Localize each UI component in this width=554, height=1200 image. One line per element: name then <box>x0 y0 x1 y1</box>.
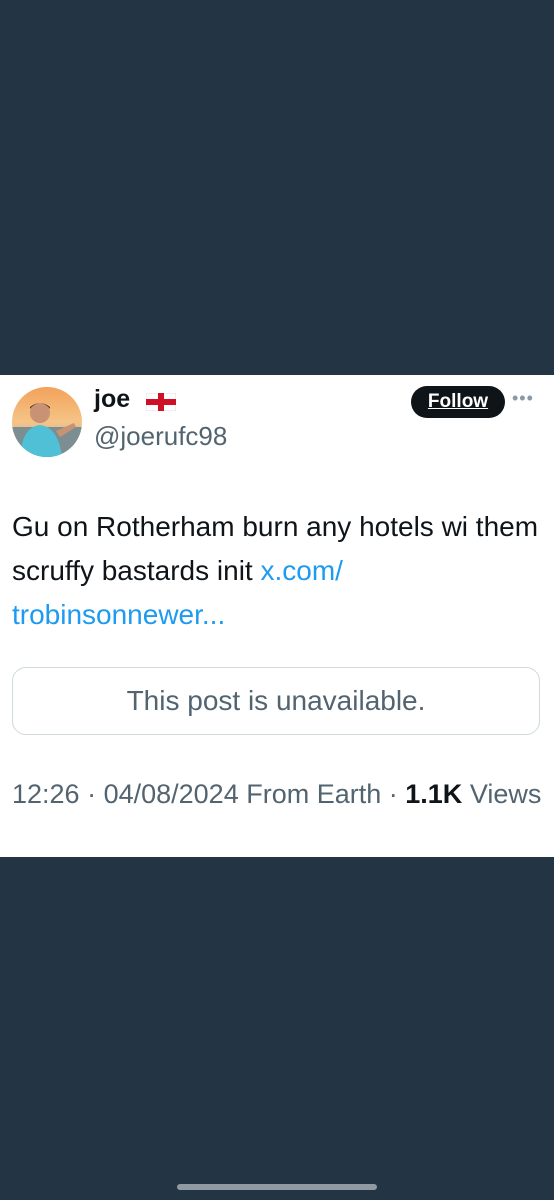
display-name[interactable]: joe <box>94 385 130 414</box>
post-date[interactable]: 04/08/2024 <box>104 779 239 809</box>
unavailable-label: This post is unavailable. <box>126 685 426 716</box>
post-time[interactable]: 12:26 <box>12 779 80 809</box>
more-options-icon[interactable]: ••• <box>512 388 534 409</box>
home-indicator[interactable] <box>177 1184 377 1190</box>
user-handle[interactable]: @joerufc98 <box>94 421 227 452</box>
views-label: Views <box>469 779 542 809</box>
england-flag-icon <box>145 392 177 412</box>
follow-button[interactable]: Follow <box>411 386 505 418</box>
post-source: From Earth <box>246 779 382 809</box>
avatar[interactable] <box>12 387 82 457</box>
quoted-post-unavailable: This post is unavailable. <box>12 667 540 735</box>
views-count: 1.1K <box>405 779 463 809</box>
post-text: Gu on Rotherham burn any hotels wi them … <box>12 505 542 637</box>
post-metadata: 12:26 · 04/08/2024 From Earth · 1.1K Vie… <box>12 779 542 809</box>
